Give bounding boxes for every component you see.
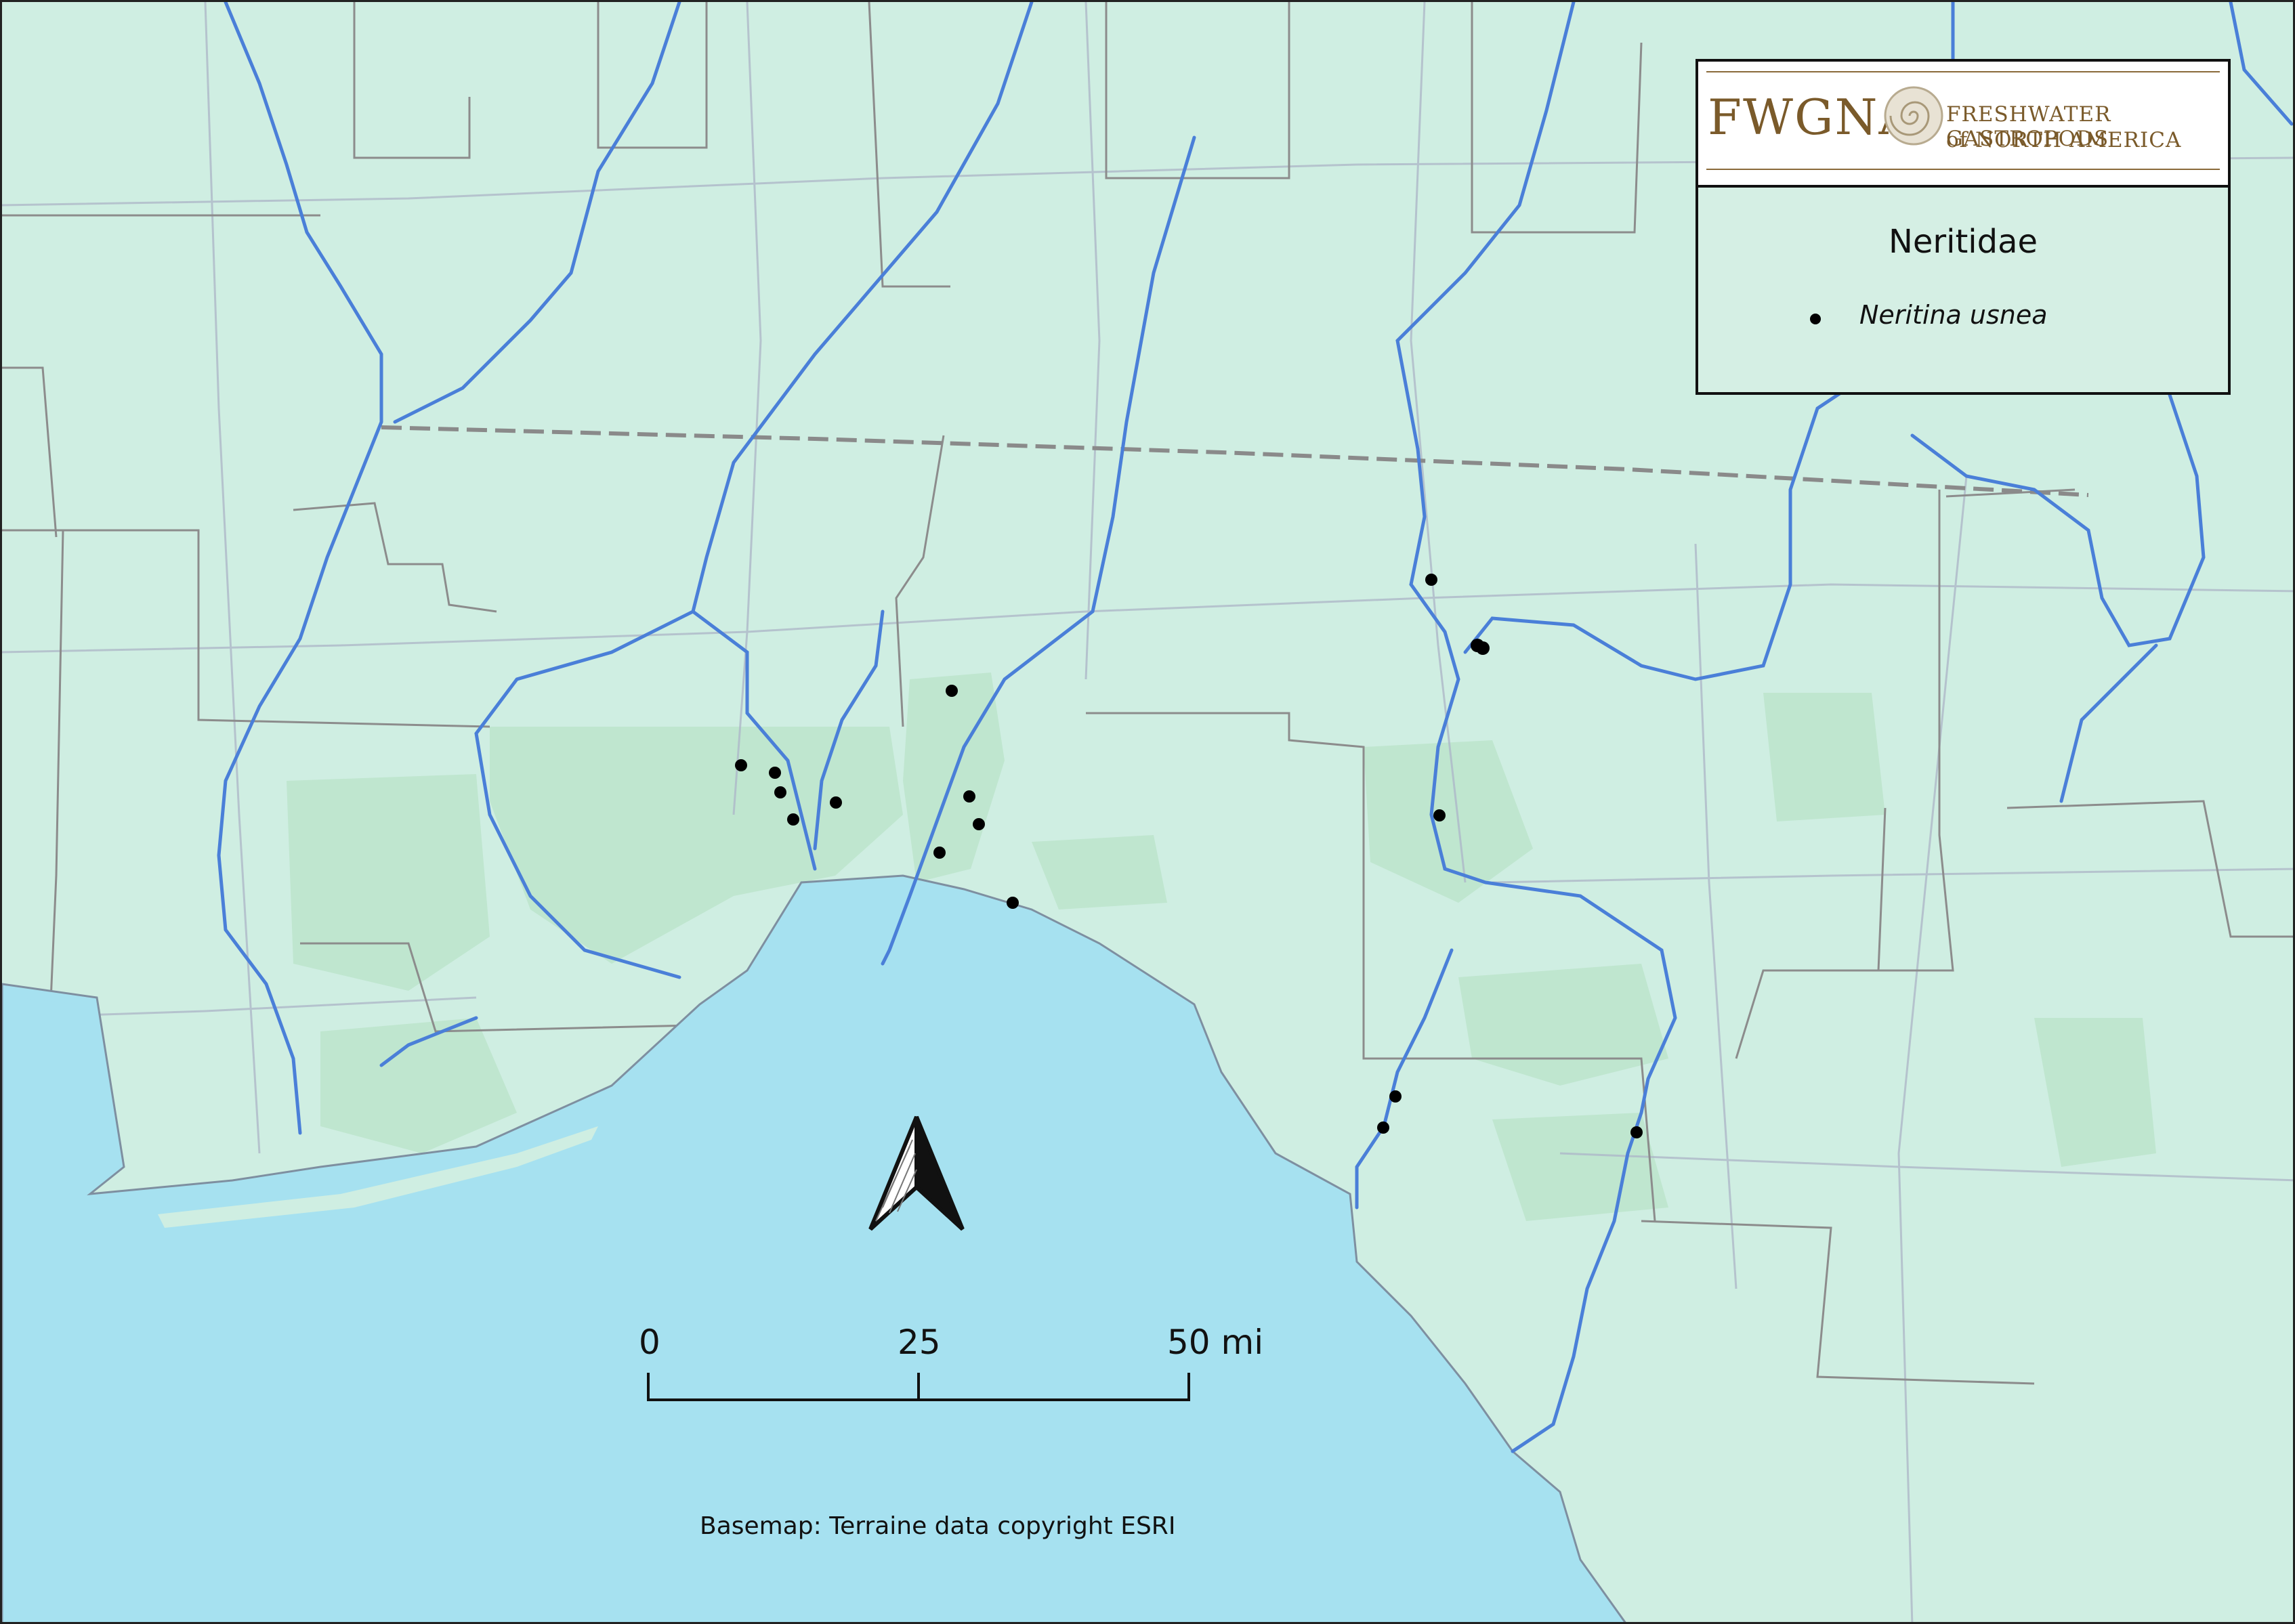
logo-rule bbox=[1706, 169, 2220, 170]
north-arrow-icon bbox=[868, 1115, 965, 1231]
scale-label-end: 50 mi bbox=[1167, 1323, 1264, 1362]
fwgna-logo: FWGNA FRESHWATER GASTROPODS of NORTH AME… bbox=[1698, 62, 2228, 188]
occurrence-point[interactable] bbox=[1476, 641, 1490, 655]
scale-label-mid: 25 bbox=[898, 1323, 941, 1362]
scale-bar bbox=[647, 1373, 1190, 1401]
occurrence-point[interactable] bbox=[830, 796, 842, 809]
occurrence-point[interactable] bbox=[1007, 897, 1019, 909]
occurrence-point[interactable] bbox=[735, 759, 747, 771]
legend-species-label: Neritina usnea bbox=[1859, 300, 2048, 330]
occurrence-point[interactable] bbox=[973, 818, 985, 830]
occurrence-point[interactable] bbox=[1389, 1090, 1402, 1103]
occurrence-point[interactable] bbox=[1377, 1121, 1389, 1134]
occurrence-point[interactable] bbox=[774, 786, 786, 798]
basemap-credit: Basemap: Terraine data copyright ESRI bbox=[700, 1512, 1176, 1540]
occurrence-point[interactable] bbox=[769, 767, 781, 779]
legend-marker-icon bbox=[1810, 314, 1821, 324]
legend-family-title: Neritidae bbox=[1888, 223, 2038, 261]
map[interactable]: FWGNA FRESHWATER GASTROPODS of NORTH AME… bbox=[0, 0, 2295, 1624]
fwgna-shell-logo-icon bbox=[1884, 86, 1943, 146]
occurrence-point[interactable] bbox=[963, 790, 975, 803]
occurrence-point[interactable] bbox=[1425, 574, 1437, 586]
logo-rule bbox=[1706, 71, 2220, 72]
scale-label-zero: 0 bbox=[639, 1323, 660, 1362]
occurrence-point[interactable] bbox=[933, 847, 946, 859]
legend-panel: FWGNA FRESHWATER GASTROPODS of NORTH AME… bbox=[1696, 59, 2231, 395]
occurrence-point[interactable] bbox=[1630, 1126, 1643, 1138]
occurrence-point[interactable] bbox=[1433, 809, 1446, 821]
occurrence-point[interactable] bbox=[787, 813, 799, 826]
logo-line-2: of NORTH AMERICA bbox=[1946, 128, 2182, 152]
occurrence-point[interactable] bbox=[946, 685, 958, 697]
